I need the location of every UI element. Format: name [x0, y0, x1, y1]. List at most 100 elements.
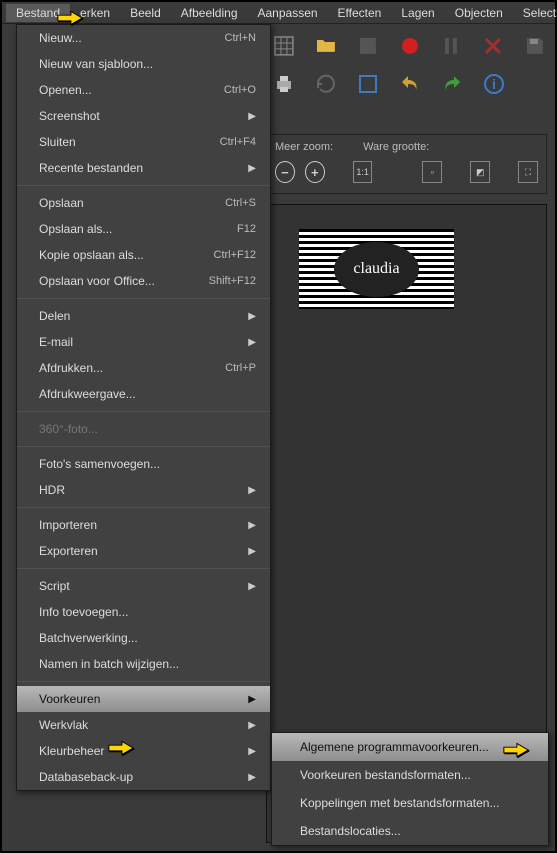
menu-item[interactable]: Recente bestanden▶: [17, 155, 270, 181]
submenu-arrow-icon: ▶: [248, 694, 256, 705]
undo-icon[interactable]: [398, 72, 422, 96]
menu-item[interactable]: Afdrukken... Ctrl+P: [17, 355, 270, 381]
menu-item-label: Delen: [39, 309, 70, 323]
zoom-in-button[interactable]: +: [305, 161, 325, 183]
menu-item[interactable]: Screenshot▶: [17, 103, 270, 129]
logo-image: claudia: [299, 229, 454, 309]
menubar-item-aanpassen[interactable]: Aanpassen: [248, 4, 328, 22]
menubar-item-bewerken[interactable]: erken: [70, 4, 120, 22]
grid-icon[interactable]: [272, 34, 296, 58]
fullscreen-button[interactable]: ⛶: [518, 161, 538, 183]
menu-item[interactable]: Batchverwerking...: [17, 625, 270, 651]
menu-item[interactable]: Kleurbeheer▶: [17, 738, 270, 764]
submenu-arrow-icon: ▶: [248, 520, 256, 531]
submenu-item-label: Algemene programmavoorkeuren...: [300, 740, 489, 754]
menu-shortcut: Ctrl+N: [225, 32, 256, 44]
menu-item[interactable]: Afdrukweergave...: [17, 381, 270, 407]
menubar-item-lagen[interactable]: Lagen: [391, 4, 444, 22]
menu-item[interactable]: E-mail▶: [17, 329, 270, 355]
menu-item[interactable]: Voorkeuren▶: [17, 686, 270, 712]
print-icon[interactable]: [272, 72, 296, 96]
submenu-arrow-icon: ▶: [248, 311, 256, 322]
file-menu-dropdown: Nieuw...Ctrl+NNieuw van sjabloon...Opene…: [16, 24, 271, 791]
menubar: Bestand erken Beeld Afbeelding Aanpassen…: [2, 2, 555, 24]
menu-item[interactable]: HDR▶: [17, 477, 270, 503]
menu-shortcut: F12: [237, 223, 256, 235]
menu-item-label: Foto's samenvoegen...: [39, 457, 160, 471]
resize-icon[interactable]: [356, 72, 380, 96]
fit-screen-button[interactable]: ◩: [470, 161, 490, 183]
menu-item[interactable]: Foto's samenvoegen...: [17, 451, 270, 477]
menu-item-label: E-mail: [39, 335, 73, 349]
menu-item[interactable]: Opslaan voor Office...Shift+F12: [17, 268, 270, 294]
menu-item[interactable]: Nieuw van sjabloon...: [17, 51, 270, 77]
menu-separator: [17, 411, 270, 412]
submenu-item-label: Bestandslocaties...: [300, 824, 401, 838]
submenu-arrow-icon: ▶: [248, 581, 256, 592]
stop-icon[interactable]: [356, 34, 380, 58]
submenu-item-label: Voorkeuren bestandsformaten...: [300, 768, 471, 782]
menubar-item-beeld[interactable]: Beeld: [120, 4, 171, 22]
menu-item[interactable]: Exporteren▶: [17, 538, 270, 564]
folder-open-icon[interactable]: [314, 34, 338, 58]
app-window: Bestand erken Beeld Afbeelding Aanpassen…: [0, 0, 557, 853]
redo-icon[interactable]: [440, 72, 464, 96]
menu-item[interactable]: Namen in batch wijzigen...: [17, 651, 270, 677]
menu-item[interactable]: SluitenCtrl+F4: [17, 129, 270, 155]
menu-item: 360°-foto...: [17, 416, 270, 442]
menu-shortcut: Ctrl+P: [225, 362, 256, 374]
menu-item[interactable]: Opslaan Ctrl+S: [17, 190, 270, 216]
submenu-arrow-icon: ▶: [248, 163, 256, 174]
menu-item-label: Openen...: [39, 83, 92, 97]
submenu-item-label: Koppelingen met bestandsformaten...: [300, 796, 499, 810]
menu-item[interactable]: Info toevoegen...: [17, 599, 270, 625]
menu-shortcut: Ctrl+F12: [214, 249, 257, 261]
menu-shortcut: Ctrl+O: [224, 84, 256, 96]
zoom-out-button[interactable]: −: [275, 161, 295, 183]
menu-item[interactable]: Werkvlak▶: [17, 712, 270, 738]
menu-item-label: Afdrukken...: [39, 361, 103, 375]
info-icon[interactable]: i: [482, 72, 506, 96]
submenu-arrow-icon: ▶: [248, 111, 256, 122]
menu-item[interactable]: Databaseback-up▶: [17, 764, 270, 790]
zoom-1to1-button[interactable]: 1:1: [353, 161, 373, 183]
submenu-item[interactable]: Bestandslocaties...: [272, 817, 548, 845]
menubar-item-objecten[interactable]: Objecten: [445, 4, 513, 22]
menu-item-label: Kopie opslaan als...: [39, 248, 144, 262]
submenu-item[interactable]: Voorkeuren bestandsformaten...: [272, 761, 548, 789]
submenu-arrow-icon: ▶: [248, 485, 256, 496]
svg-text:i: i: [492, 76, 496, 92]
menu-item-label: Opslaan voor Office...: [39, 274, 155, 288]
save-icon[interactable]: [523, 34, 547, 58]
menu-item[interactable]: Opslaan als...F12: [17, 216, 270, 242]
menu-shortcut: Ctrl+S: [225, 197, 256, 209]
menu-shortcut: Ctrl+F4: [220, 136, 256, 148]
pause-icon[interactable]: [439, 34, 463, 58]
menu-item[interactable]: Delen ▶: [17, 303, 270, 329]
zoom-more-label: Meer zoom:: [275, 141, 333, 153]
submenu-item[interactable]: Koppelingen met bestandsformaten...: [272, 789, 548, 817]
menu-item[interactable]: Script▶: [17, 573, 270, 599]
menu-item-label: Opslaan: [39, 196, 84, 210]
menubar-item-effecten[interactable]: Effecten: [328, 4, 392, 22]
close-x-icon[interactable]: [481, 34, 505, 58]
refresh-icon[interactable]: [314, 72, 338, 96]
zoom-realsize-label: Ware grootte:: [363, 141, 429, 153]
zoom-panel: Meer zoom: Ware grootte: − + 1:1 ▫ ◩ ⛶: [266, 134, 547, 194]
menu-item-label: Databaseback-up: [39, 770, 133, 784]
submenu-item[interactable]: Algemene programmavoorkeuren...: [272, 733, 548, 761]
menu-item[interactable]: Nieuw...Ctrl+N: [17, 25, 270, 51]
record-icon[interactable]: [398, 34, 422, 58]
menubar-item-bestand[interactable]: Bestand: [6, 4, 70, 22]
menubar-item-selecties[interactable]: Selecties: [513, 4, 557, 22]
menubar-item-afbeelding[interactable]: Afbeelding: [171, 4, 248, 22]
menu-item-label: Kleurbeheer: [39, 744, 104, 758]
menu-item-label: Info toevoegen...: [39, 605, 128, 619]
menu-separator: [17, 507, 270, 508]
fit-area-button[interactable]: ▫: [422, 161, 442, 183]
menu-item[interactable]: Openen... Ctrl+O: [17, 77, 270, 103]
menu-item[interactable]: Importeren▶: [17, 512, 270, 538]
menu-item-label: Namen in batch wijzigen...: [39, 657, 179, 671]
submenu-arrow-icon: ▶: [248, 720, 256, 731]
menu-item[interactable]: Kopie opslaan als... Ctrl+F12: [17, 242, 270, 268]
